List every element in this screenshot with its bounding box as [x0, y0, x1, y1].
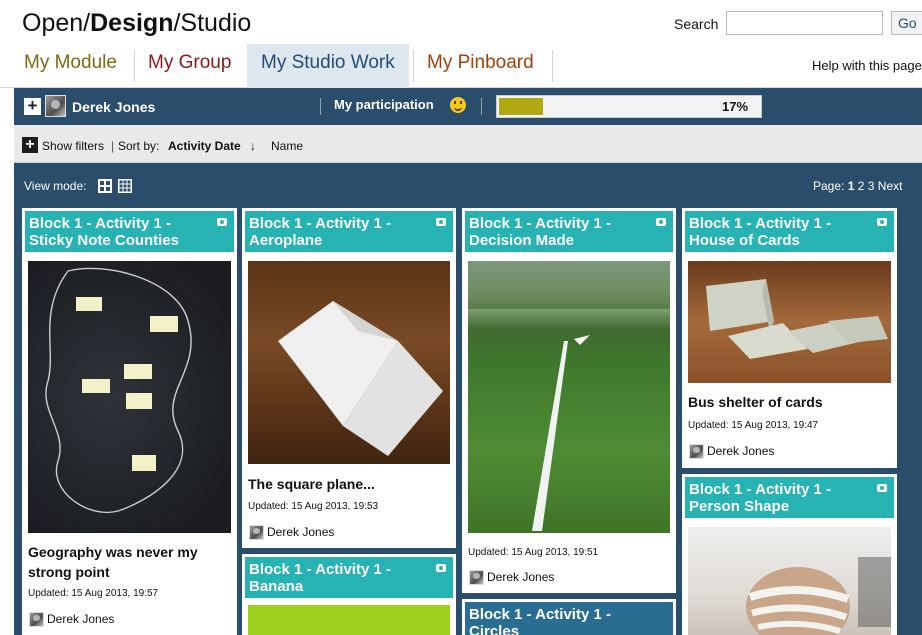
card-image[interactable]: [248, 261, 450, 464]
card-caption: Geography was never my strong point: [28, 544, 198, 580]
card-image[interactable]: [28, 261, 231, 533]
avatar: [45, 95, 66, 117]
pagination: Page: 1 2 3 Next: [813, 179, 902, 193]
divider: [320, 98, 321, 115]
card-date: Updated: 15 Aug 2013, 19:53: [248, 501, 379, 512]
camera-icon: [877, 218, 887, 226]
card-caption: The square plane...: [248, 476, 375, 492]
card-image[interactable]: [688, 527, 891, 635]
go-button[interactable]: Go: [891, 11, 922, 35]
work-card[interactable]: Block 1 - Activity 1 - Banana: [242, 554, 456, 635]
string-drawing: [45, 267, 192, 514]
sort-activity-date[interactable]: Activity Date: [168, 139, 241, 153]
camera-icon: [436, 218, 446, 226]
card-author[interactable]: Derek Jones: [47, 612, 114, 626]
work-card[interactable]: Block 1 - Activity 1 - Aeroplane The squ…: [242, 208, 456, 548]
grid-large-icon[interactable]: [98, 179, 112, 193]
show-filters-link[interactable]: Show filters: [42, 139, 104, 153]
grid-small-icon[interactable]: [118, 179, 132, 193]
page-2[interactable]: 2: [858, 179, 865, 193]
tab-my-module[interactable]: My Module: [10, 44, 131, 88]
card-date: Updated: 15 Aug 2013, 19:51: [468, 547, 599, 558]
work-card[interactable]: Block 1 - Activity 1 - Person Shape: [682, 474, 897, 635]
participation-label: My participation: [334, 97, 434, 112]
card-image[interactable]: [468, 261, 670, 533]
next-page[interactable]: Next: [878, 179, 903, 193]
avatar: [249, 525, 264, 540]
progress-text: 17%: [722, 99, 749, 114]
work-card[interactable]: Block 1 - Activity 1 - Circles: [462, 599, 676, 635]
plus-icon[interactable]: +: [22, 137, 38, 153]
sort-arrow-icon: ↓: [250, 139, 256, 153]
avatar: [469, 570, 484, 585]
view-mode-label: View mode:: [24, 179, 87, 193]
work-card[interactable]: Block 1 - Activity 1 - House of Cards Bu…: [682, 208, 897, 468]
avatar: [29, 612, 44, 627]
brand-design: Design: [90, 9, 174, 37]
progress-fill: [499, 98, 543, 115]
camera-icon: [656, 218, 666, 226]
card-title[interactable]: Block 1 - Activity 1 - Sticky Note Count…: [25, 211, 234, 252]
card-title[interactable]: Block 1 - Activity 1 - Person Shape: [685, 477, 894, 518]
card-title[interactable]: Block 1 - Activity 1 - Decision Made: [465, 211, 673, 252]
card-date: Updated: 15 Aug 2013, 19:47: [688, 420, 819, 431]
search-label: Search: [674, 16, 719, 32]
card-title[interactable]: Block 1 - Activity 1 - House of Cards: [685, 211, 894, 252]
filter-bar: + Show filters | Sort by: Activity Date …: [14, 125, 922, 163]
brand-open: Open/: [22, 9, 91, 37]
work-card[interactable]: Block 1 - Activity 1 - Decision Made Upd…: [462, 208, 676, 593]
person-drawing: [746, 557, 891, 635]
divider: |: [111, 139, 115, 153]
plus-icon[interactable]: +: [24, 97, 41, 115]
divider: [481, 98, 482, 115]
page-1[interactable]: 1: [848, 179, 855, 193]
card-image[interactable]: [248, 605, 450, 635]
site-logo[interactable]: Open/Design/Studio: [22, 9, 251, 38]
sort-name[interactable]: Name: [271, 139, 303, 153]
card-author[interactable]: Derek Jones: [707, 444, 774, 458]
work-card[interactable]: Block 1 - Activity 1 - Sticky Note Count…: [22, 208, 237, 635]
participation-bar: + Derek Jones My participation 17%: [14, 88, 922, 125]
main-tabs: My Module My Group My Studio Work My Pin…: [0, 44, 922, 88]
card-title[interactable]: Block 1 - Activity 1 - Aeroplane: [245, 211, 453, 252]
sort-by-label: Sort by:: [118, 139, 160, 153]
card-title[interactable]: Block 1 - Activity 1 - Banana: [245, 557, 453, 598]
site-header: Open/Design/Studio Search Go: [0, 0, 922, 44]
card-title[interactable]: Block 1 - Activity 1 - Circles: [465, 602, 673, 635]
avatar: [689, 444, 704, 459]
card-author[interactable]: Derek Jones: [267, 525, 334, 539]
page-label: Page:: [813, 179, 845, 193]
smiley-icon: [450, 97, 466, 113]
card-image[interactable]: [688, 261, 891, 383]
card-caption: Bus shelter of cards: [688, 394, 823, 410]
search-input[interactable]: [726, 11, 883, 35]
card-date: Updated: 15 Aug 2013, 19:57: [28, 588, 159, 599]
camera-icon: [217, 218, 227, 226]
tab-divider: [552, 50, 553, 82]
card-author[interactable]: Derek Jones: [487, 570, 554, 584]
participation-progress: 17%: [496, 95, 762, 118]
tab-my-pinboard[interactable]: My Pinboard: [413, 44, 548, 88]
tab-my-studio-work[interactable]: My Studio Work: [247, 44, 409, 88]
camera-icon: [877, 484, 887, 492]
user-name[interactable]: Derek Jones: [72, 99, 155, 115]
brand-studio: /Studio: [173, 9, 252, 37]
paper-plane-drawing: [278, 301, 443, 456]
tab-my-group[interactable]: My Group: [134, 44, 245, 88]
camera-icon: [436, 564, 446, 572]
card-house-drawing: [706, 279, 888, 359]
page-3[interactable]: 3: [868, 179, 875, 193]
help-link[interactable]: Help with this page: [812, 58, 922, 73]
grass-line-drawing: [468, 261, 670, 531]
